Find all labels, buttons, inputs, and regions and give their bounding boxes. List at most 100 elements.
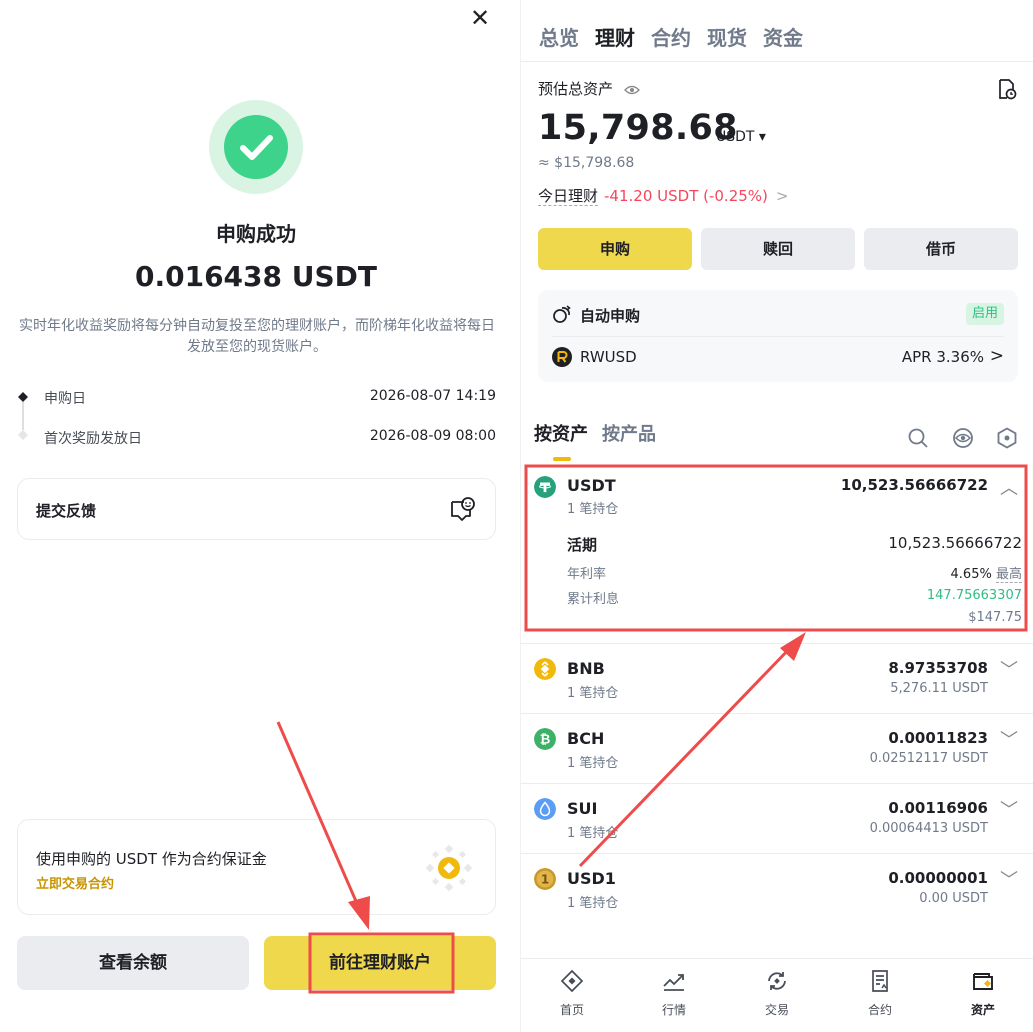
markets-chart-icon <box>663 974 684 991</box>
promo-text: 使用申购的 USDT 作为合约保证金 <box>36 850 267 868</box>
go-to-earn-account-button[interactable]: 前往理财账户 <box>264 936 496 990</box>
timeline-label: 申购日 <box>44 391 86 407</box>
usdt-coin-icon <box>534 476 556 498</box>
nav-markets[interactable]: 行情 <box>623 959 725 1032</box>
timeline-value: 2026-08-09 08:00 <box>369 428 496 444</box>
asset-symbol: BCH <box>567 729 605 748</box>
apr-label: 年利率 <box>567 567 607 582</box>
asset-symbol: SUI <box>567 799 598 818</box>
tab-spot[interactable]: 现货 <box>707 26 747 50</box>
nav-label: 首页 <box>559 1003 584 1017</box>
chevron-right-icon[interactable]: > <box>990 346 1004 366</box>
divider <box>521 853 1033 854</box>
asset-symbol: USD1 <box>567 869 616 888</box>
chevron-down-icon[interactable]: ﹀ <box>1000 656 1018 682</box>
asset-row-bnb[interactable]: BNB 1 笔持仓 8.97353708 5,276.11 USDT ﹀ <box>521 656 1033 712</box>
timeline-row-first-reward-date: 首次奖励发放日 2026-08-09 08:00 <box>18 428 496 450</box>
enabled-badge[interactable]: 启用 <box>965 303 1004 325</box>
tab-by-product[interactable]: 按产品 <box>602 424 656 445</box>
currency-selector[interactable]: USDT ▾ <box>716 129 766 145</box>
view-balance-button[interactable]: 查看余额 <box>17 936 249 990</box>
divider <box>552 336 1004 337</box>
accrued-interest-label: 累计利息 <box>567 592 620 607</box>
feedback-chat-icon <box>451 497 475 521</box>
chevron-down-icon[interactable]: ﹀ <box>1000 866 1018 892</box>
asset-symbol: USDT <box>567 476 616 495</box>
auto-subscribe-apr: APR 3.36% <box>901 348 984 366</box>
apr-value-wrap: 4.65% 最高 <box>950 563 1022 583</box>
redeem-button[interactable]: 赎回 <box>701 228 855 270</box>
tab-overview[interactable]: 总览 <box>539 26 579 50</box>
apr-suffix: 最高 <box>995 567 1022 583</box>
accrued-interest-usd: $147.75 <box>968 610 1022 625</box>
divider <box>521 61 1033 62</box>
today-pnl-value: -41.20 USDT (-0.25%) <box>604 187 768 205</box>
feedback-card[interactable]: 提交反馈 <box>17 478 496 540</box>
asset-amount: 10,523.56666722 <box>840 476 988 494</box>
asset-row-bch[interactable]: ₿ BCH 1 笔持仓 0.00011823 0.02512117 USDT ﹀ <box>521 726 1033 782</box>
borrow-button[interactable]: 借币 <box>864 228 1018 270</box>
divider <box>521 713 1033 714</box>
search-icon[interactable] <box>906 426 930 450</box>
trade-futures-link[interactable]: 立即交易合约 <box>36 873 114 892</box>
reward-description: 实时年化收益奖励将每分钟自动复投至您的理财账户，而阶梯年化收益将每日发放至您的现… <box>19 318 495 355</box>
svg-text:1: 1 <box>541 873 549 887</box>
asset-value: 0.00 USDT <box>919 891 988 906</box>
total-assets-value: 15,798.68 <box>538 108 738 148</box>
tab-funding[interactable]: 资金 <box>763 26 803 50</box>
product-flexible-label: 活期 <box>567 536 598 554</box>
asset-positions: 1 笔持仓 <box>567 686 619 701</box>
chevron-down-icon[interactable]: ﹀ <box>1000 726 1018 752</box>
tab-by-asset[interactable]: 按资产 <box>534 424 588 445</box>
tab-earn[interactable]: 理财 <box>595 26 635 50</box>
futures-margin-promo-card[interactable]: 使用申购的 USDT 作为合约保证金 立即交易合约 <box>17 819 496 915</box>
today-earn-pnl[interactable]: 今日理财 -41.20 USDT (-0.25%) > <box>538 185 788 206</box>
asset-positions: 1 笔持仓 <box>567 826 619 841</box>
asset-amount: 0.00000001 <box>888 869 988 887</box>
chevron-down-icon[interactable]: ﹀ <box>1000 796 1018 822</box>
nav-trade[interactable]: 交易 <box>726 959 828 1032</box>
coin-sparkle-icon <box>425 844 473 892</box>
timeline-label: 首次奖励发放日 <box>44 431 142 447</box>
feedback-label: 提交反馈 <box>36 502 97 520</box>
asset-amount: 0.00116906 <box>888 799 988 817</box>
close-icon[interactable]: ✕ <box>468 6 492 30</box>
hexagon-settings-icon[interactable] <box>995 426 1019 450</box>
hide-small-assets-icon[interactable] <box>951 426 975 450</box>
asset-row-sui[interactable]: SUI 1 笔持仓 0.00116906 0.00064413 USDT ﹀ <box>521 796 1033 852</box>
estimated-total-label: 预估总资产 <box>538 78 640 99</box>
asset-row-usdt[interactable]: USDT 1 笔持仓 10,523.56666722 ︿ 活期 10,523.5… <box>521 466 1033 632</box>
nav-label: 合约 <box>867 1003 892 1017</box>
success-check-icon <box>224 115 288 179</box>
asset-positions: 1 笔持仓 <box>567 502 619 517</box>
auto-subscribe-card[interactable]: 自动申购 启用 RWUSD APR 3.36% > <box>538 290 1018 382</box>
chevron-up-icon[interactable]: ︿ <box>1000 474 1018 500</box>
total-assets-usd: ≈ $15,798.68 <box>538 155 635 171</box>
asset-row-usd1[interactable]: 1 USD1 1 笔持仓 0.00000001 0.00 USDT ﹀ <box>521 866 1033 922</box>
timeline-value: 2026-08-07 14:19 <box>369 388 496 404</box>
asset-value: 5,276.11 USDT <box>890 681 988 696</box>
today-earn-label: 今日理财 <box>538 187 599 206</box>
bnb-coin-icon <box>534 658 556 680</box>
apr-value: 4.65% <box>950 567 992 582</box>
earn-assets-screen: 总览 理财 合约 现货 资金 预估总资产 15,798.68 USDT ▾ ≈ $15,… <box>520 0 1033 1032</box>
asset-view-tabs: 按资产 按产品 <box>534 420 670 446</box>
eye-icon[interactable] <box>623 84 640 96</box>
wallet-icon <box>973 973 993 990</box>
tab-futures[interactable]: 合约 <box>651 26 691 50</box>
auto-subscribe-title: 自动申购 <box>580 307 641 325</box>
timeline-row-subscribe-date: 申购日 2026-08-07 14:19 <box>18 388 496 410</box>
history-record-icon[interactable] <box>995 78 1017 100</box>
usd1-coin-icon: 1 <box>534 868 556 890</box>
nav-label: 交易 <box>764 1003 789 1017</box>
trade-exchange-icon <box>768 972 786 990</box>
subscribe-button[interactable]: 申购 <box>538 228 692 270</box>
nav-assets[interactable]: 资产 <box>932 959 1033 1032</box>
nav-futures[interactable]: 合约 <box>829 959 931 1032</box>
asset-positions: 1 笔持仓 <box>567 756 619 771</box>
product-flexible-amount: 10,523.56666722 <box>888 534 1022 552</box>
account-tabs: 总览 理财 合约 现货 资金 <box>539 22 819 51</box>
auto-subscribe-icon <box>553 305 571 323</box>
bottom-navigation: 首页 行情 交易 合约 资产 <box>521 958 1033 1032</box>
nav-home[interactable]: 首页 <box>521 959 623 1032</box>
